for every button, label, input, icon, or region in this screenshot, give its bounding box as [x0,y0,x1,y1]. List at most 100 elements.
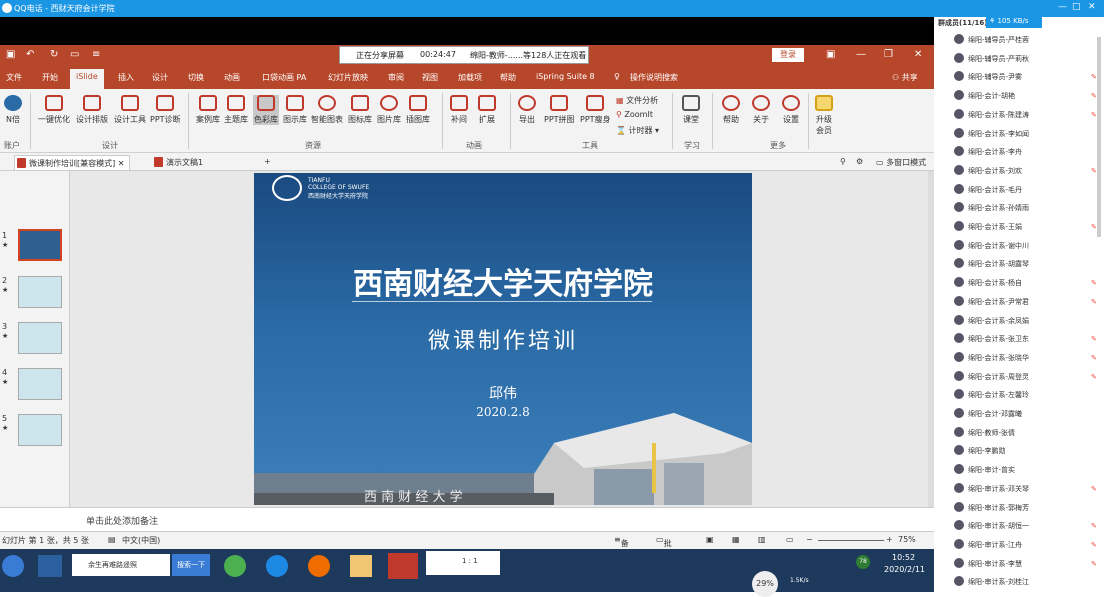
slideshow-view-icon[interactable]: ▭ [786,535,794,544]
close-button[interactable]: ✕ [1088,2,1096,12]
member-scrollbar[interactable] [1097,37,1101,237]
spellcheck-icon[interactable]: ▤ [108,535,116,544]
search-button[interactable]: 搜索一下 [172,554,210,576]
doc-tab-active[interactable]: 微课制作培训[兼容模式] ✕ [14,155,130,170]
normal-view-icon[interactable]: ▣ [706,535,714,544]
ribbon-display-icon[interactable]: ▣ [826,49,835,60]
reading-view-icon[interactable]: ▥ [758,535,766,544]
comments-button[interactable]: ▭ 批注 [656,535,672,559]
ppt-minimize-button[interactable]: — [856,49,866,60]
slideshow-icon[interactable]: ▭ [70,49,79,60]
file-analysis-button[interactable]: ▦ 文件分析 [616,95,658,106]
app-icon[interactable] [38,555,62,577]
tab-view[interactable]: 视图 [422,72,438,83]
ppt-puzzle-button[interactable]: PPT拼图 [544,95,575,125]
maximize-button[interactable]: □ [1072,2,1081,12]
folder-icon[interactable] [350,555,372,577]
redo-icon[interactable]: ↻ [50,49,58,60]
tab-help[interactable]: 帮助 [500,72,516,83]
save-icon[interactable]: ▣ [6,49,15,60]
security-badge[interactable]: 78 [856,555,870,569]
ppt-diagnose-button[interactable]: PPT诊断 [150,95,181,125]
diagram-library-button[interactable]: 图示库 [283,95,307,125]
tab-addins[interactable]: 加载项 [458,72,482,83]
design-tools-button[interactable]: 设计工具 [114,95,146,125]
help-button[interactable]: 帮助 [722,95,740,125]
ppt-slim-button[interactable]: PPT瘦身 [580,95,611,125]
tell-me-search[interactable]: 操作说明搜索 [630,72,678,83]
image-library-button[interactable]: 图片库 [377,95,401,125]
extend-button[interactable]: 扩展 [478,95,496,125]
zoomit-button[interactable]: ⚲ ZoomIt [616,110,653,119]
minimize-button[interactable]: — [1058,2,1067,12]
chrome-icon[interactable] [224,555,246,577]
zoom-level[interactable]: 75% [898,535,916,544]
multi-window-button[interactable]: ▭ 多窗口模式 [872,155,930,170]
one-click-optimize-button[interactable]: 一键优化 [38,95,70,125]
zoom-in-button[interactable]: + [886,535,893,544]
search-box[interactable]: 余生再难路遥照 [72,554,170,576]
ppt-restore-button[interactable]: ❐ [884,49,893,60]
doc-tab[interactable]: 演示文稿1 [152,155,207,170]
firefox-icon[interactable] [308,555,330,577]
slide-thumbnail-1[interactable] [18,229,62,261]
ppt-file-icon [17,158,26,168]
hourglass-icon: ⌛ [616,126,629,135]
zoom-slider[interactable] [818,540,884,541]
tab-settings-icon[interactable]: ⚙ [852,155,867,170]
tab-design[interactable]: 设计 [152,72,168,83]
case-library-button[interactable]: 案例库 [196,95,220,125]
tab-animations[interactable]: 动画 [224,72,240,83]
start-button[interactable] [2,555,24,577]
smart-chart-button[interactable]: 智能图表 [311,95,343,125]
tween-button[interactable]: 补间 [450,95,468,125]
zoom-out-button[interactable]: − [806,535,813,544]
ppt-title-bar: ▣ ↶ ↻ ▭ ≡ 正在分享屏幕 00:24:47 绵阳-教师-......等1… [0,45,934,67]
preview-ratio[interactable]: 1 : 1 [426,551,500,575]
classroom-button[interactable]: 课堂 [682,95,700,125]
slide-thumbnail-2[interactable] [18,276,62,308]
sorter-view-icon[interactable]: ▦ [732,535,740,544]
timer-button[interactable]: ⌛ 计时器 ▾ [616,125,659,136]
tab-insert[interactable]: 插入 [118,72,134,83]
undo-icon[interactable]: ↶ [26,49,34,60]
design-layout-button[interactable]: 设计排版 [76,95,108,125]
account-button[interactable]: N倍 [2,95,24,125]
close-tab-icon[interactable]: ✕ [118,159,125,168]
avatar [954,277,964,288]
notes-button[interactable]: ≡ 备注 [614,535,629,559]
share-button[interactable]: ⚇ 共享 [892,72,918,83]
tab-slideshow[interactable]: 幻灯片放映 [328,72,368,83]
powerpoint-icon[interactable] [388,553,418,579]
illustration-library-button[interactable]: 插图库 [406,95,430,125]
export-button[interactable]: 导出 [518,95,536,125]
tab-home[interactable]: 开始 [42,72,58,83]
avatar [954,576,964,587]
tab-file[interactable]: 文件 [6,72,22,83]
settings-button[interactable]: 设置 [782,95,800,125]
ie-icon[interactable] [266,555,288,577]
tab-review[interactable]: 审阅 [388,72,404,83]
tab-transitions[interactable]: 切换 [188,72,204,83]
hierarchy-icon [286,95,304,111]
ppt-close-button[interactable]: ✕ [914,49,922,60]
slide-thumbnail-4[interactable] [18,368,62,400]
language-status[interactable]: 中文(中国) [122,535,160,546]
theme-library-button[interactable]: 主题库 [224,95,248,125]
member-name: 绵阳-辅导员-严莉秋 [968,54,1030,63]
notes-pane[interactable]: 单击此处添加备注 [0,507,934,531]
tab-pocket-animation[interactable]: 口袋动画 PA [262,72,306,83]
login-button[interactable]: 登录 [772,48,804,62]
tab-islide[interactable]: iSlide [70,69,104,89]
new-tab-button[interactable]: + [250,155,275,170]
customize-icon[interactable]: ≡ [92,49,100,60]
icon-library-button[interactable]: 图标库 [348,95,372,125]
tab-ispring[interactable]: iSpring Suite 8 [536,72,595,81]
color-library-button[interactable]: 色彩库 [253,95,279,125]
slide-thumbnail-3[interactable] [18,322,62,354]
search-tab-icon[interactable]: ⚲ [836,155,850,170]
upgrade-member-button[interactable]: 升级 会员 [815,95,833,136]
about-button[interactable]: 关于 [752,95,770,125]
slide-canvas[interactable]: TIANFU COLLEGE OF SWUFE 西南财经大学天府学院 西南财经大… [254,173,752,505]
slide-thumbnail-5[interactable] [18,414,62,446]
